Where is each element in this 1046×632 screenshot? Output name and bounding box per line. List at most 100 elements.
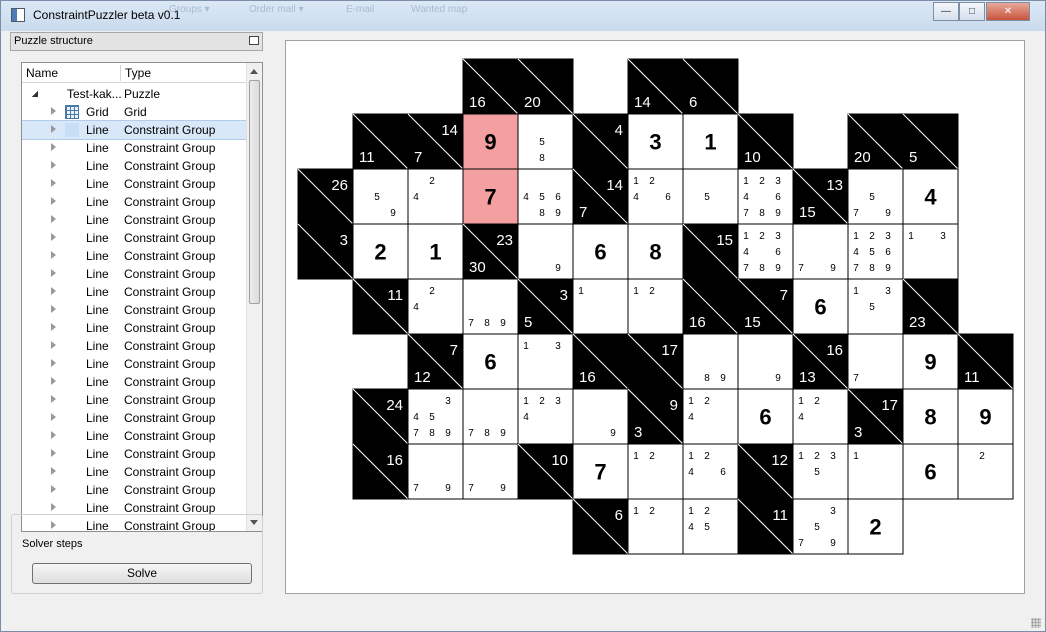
tree-row[interactable]: Line Constraint Group [22,175,246,193]
grid-cell[interactable]: 1 24 6 [627,168,684,225]
grid-cell[interactable]: 79 [407,443,464,500]
clue-cell[interactable]: 1613 [792,333,849,390]
grid-cell[interactable]: 79 [792,223,849,280]
grid-cell[interactable]: 2 [957,443,1014,500]
grid-cell[interactable]: 1 [847,443,904,500]
clue-cell[interactable]: 14 7 [407,113,464,170]
grid-cell[interactable]: 12 [627,443,684,500]
clue-cell[interactable]: 12 [737,443,794,500]
clue-cell[interactable]: 16 [682,278,739,335]
grid-cell[interactable]: 1 35 [847,278,904,335]
column-header-name[interactable]: Name [26,66,58,80]
tree-row[interactable]: Line Constraint Group [22,193,246,211]
clue-cell[interactable]: 10 [737,113,794,170]
tree-row[interactable]: Line Constraint Group [22,120,247,140]
grid-cell[interactable]: 12 [627,498,684,555]
tree-scrollbar[interactable] [246,63,262,531]
maximize-button[interactable]: □ [959,2,985,21]
grid-cell[interactable]: 6 [902,443,959,500]
clue-cell[interactable]: 16 [352,443,409,500]
grid-cell[interactable]: 1 [572,278,629,335]
grid-cell[interactable]: 1 2 3 4 5 6 7 8 9 [847,223,904,280]
grid-cell[interactable]: 1 24 [682,388,739,445]
clue-cell[interactable]: 13 15 [792,168,849,225]
clue-cell[interactable]: 14 7 [572,168,629,225]
clue-cell[interactable]: 7 15 [737,278,794,335]
clue-cell[interactable]: 14 [627,58,684,115]
tree-row[interactable]: Line Constraint Group [22,427,246,445]
minimize-button[interactable]: — [933,2,959,21]
title-bar[interactable]: ConstraintPuzzler beta v0.1 Groups ▾ Ord… [1,1,1045,31]
tree-row[interactable]: Line Constraint Group [22,301,246,319]
tree-row[interactable]: Line Constraint Group [22,247,246,265]
clue-cell[interactable]: 3 [297,223,354,280]
kakuro-board[interactable]: 16 20 14 6111479 584 3 110 20 5265924 7 4 5 68 91471 2… [286,41,1026,595]
grid-cell[interactable]: 9 [462,113,519,170]
clue-cell[interactable]: 6 [682,58,739,115]
grid-cell[interactable]: 1 2 3 4 6 7 8 9 [737,223,794,280]
expand-arrow-icon[interactable] [51,377,56,385]
grid-cell[interactable]: 1 2 3 4 [517,388,574,445]
grid-cell[interactable]: 58 [517,113,574,170]
structure-tree[interactable]: Name Type Test-kak... Puzzle Grid Grid Line C… [21,62,263,532]
clue-cell[interactable]: 10 [517,443,574,500]
clue-cell[interactable]: 16 [462,58,519,115]
grid-cell[interactable]: 9 [517,223,574,280]
clue-cell[interactable]: 23 [902,278,959,335]
close-button[interactable]: ✕ [986,2,1030,21]
clue-cell[interactable]: 17 [627,333,684,390]
expand-arrow-icon[interactable] [51,161,56,169]
grid-cell[interactable]: 1 [407,223,464,280]
grid-cell[interactable]: 6 [572,223,629,280]
scrollbar-thumb[interactable] [249,80,260,304]
expand-arrow-icon[interactable] [51,287,56,295]
expand-arrow-icon[interactable] [51,413,56,421]
clue-cell[interactable]: 6 [572,498,629,555]
expand-arrow-icon[interactable] [51,251,56,259]
tree-row[interactable]: Line Constraint Group [22,211,246,229]
grid-cell[interactable]: 24 [407,168,464,225]
grid-cell[interactable]: 8 [902,388,959,445]
clue-cell[interactable]: 93 [627,388,684,445]
grid-cell[interactable]: 12 [627,278,684,335]
expand-arrow-icon[interactable] [51,179,56,187]
collapse-arrow-icon[interactable] [32,91,38,97]
grid-cell[interactable]: 8 [627,223,684,280]
clue-cell[interactable]: 24 [352,388,409,445]
expand-arrow-icon[interactable] [51,143,56,151]
clue-cell[interactable]: 35 [517,278,574,335]
clue-cell[interactable]: 20 [847,113,904,170]
clue-cell[interactable]: 26 [297,168,354,225]
grid-cell[interactable]: 789 [462,388,519,445]
clue-cell[interactable]: 4 [572,113,629,170]
grid-cell[interactable]: 7 [847,333,904,390]
clue-cell[interactable]: 17 3 [847,388,904,445]
clue-cell[interactable]: 16 [572,333,629,390]
grid-cell[interactable]: 13 [517,333,574,390]
clue-cell[interactable]: 5 [902,113,959,170]
grid-cell[interactable]: 57 9 [847,168,904,225]
expand-arrow-icon[interactable] [51,449,56,457]
grid-cell[interactable]: 9 [957,388,1014,445]
tree-row[interactable]: Grid Grid [22,103,246,121]
column-separator[interactable] [120,65,121,81]
puzzle-canvas[interactable]: 16 20 14 6 11 14 7 9 5 8 4 3 1 10 20 5 26 5 9 2 4 7 4 5 6 8 9 14 7 1 2… [285,40,1025,594]
clue-cell[interactable]: 11 [737,498,794,555]
expand-arrow-icon[interactable] [51,107,56,115]
grid-cell[interactable]: 357 9 [792,498,849,555]
grid-cell[interactable]: 3 4 57 8 9 [407,388,464,445]
tree-row[interactable]: Line Constraint Group [22,229,246,247]
grid-cell[interactable]: 59 [352,168,409,225]
expand-arrow-icon[interactable] [51,125,56,133]
grid-cell[interactable]: 13 [902,223,959,280]
tree-row[interactable]: Line Constraint Group [22,481,246,499]
clue-cell[interactable]: 15 [682,223,739,280]
grid-cell[interactable]: 2 [847,498,904,555]
grid-cell[interactable]: 6 [792,278,849,335]
column-header-type[interactable]: Type [125,66,151,80]
solve-button[interactable]: Solve [32,563,252,584]
grid-cell[interactable]: 89 [682,333,739,390]
grid-cell[interactable]: 79 [462,443,519,500]
tree-row[interactable]: Line Constraint Group [22,463,246,481]
expand-arrow-icon[interactable] [51,485,56,493]
